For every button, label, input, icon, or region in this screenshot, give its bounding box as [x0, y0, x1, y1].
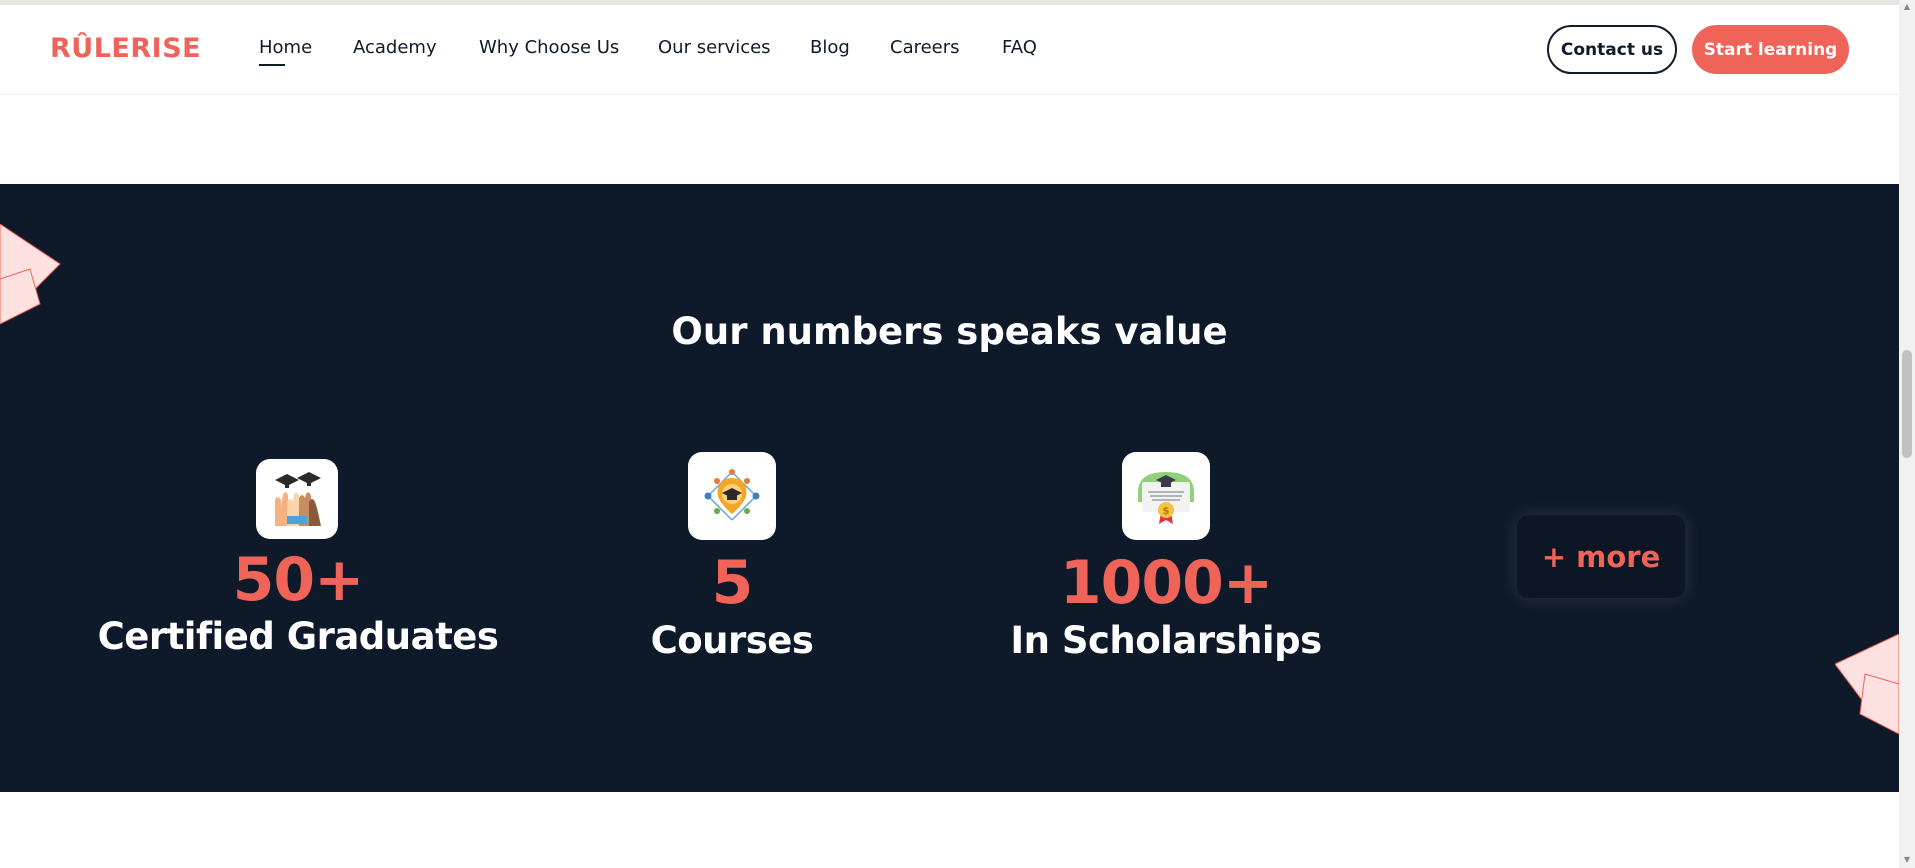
decorative-shape-right	[1835, 634, 1899, 735]
section-title: Our numbers speaks value	[671, 310, 1228, 353]
nav-home-label: Home	[259, 37, 313, 58]
page-scrollbar[interactable]: ▲ ▼	[1899, 0, 1915, 868]
active-underline	[259, 64, 285, 66]
stat-value: 1000+	[1059, 548, 1273, 618]
logo[interactable]: RÛLERISE	[50, 33, 201, 64]
stat-value: 5	[711, 548, 754, 618]
graduation-network-icon	[688, 452, 776, 540]
graduation-hands-icon	[256, 459, 338, 539]
svg-text:$: $	[1163, 506, 1170, 517]
scroll-thumb[interactable]	[1902, 350, 1912, 458]
stat-label: In Scholarships	[1010, 619, 1322, 662]
nav-faq[interactable]: FAQ	[1002, 37, 1037, 58]
stat-scholarships: $ 1000+ In Scholarships	[956, 452, 1376, 672]
site-header: RÛLERISE Home Academy Why Choose Us Our …	[0, 5, 1899, 95]
nav-why-choose-us[interactable]: Why Choose Us	[479, 37, 619, 58]
scroll-down-arrow-icon[interactable]: ▼	[1902, 855, 1912, 864]
nav-our-services[interactable]: Our services	[658, 37, 771, 58]
stats-section: Our numbers speaks value 50+ Certified G…	[0, 184, 1899, 792]
stat-courses: 5 Courses	[522, 452, 942, 672]
stat-graduates: 50+ Certified Graduates	[88, 455, 508, 675]
nav-academy[interactable]: Academy	[353, 37, 437, 58]
scroll-up-arrow-icon[interactable]: ▲	[1902, 2, 1912, 11]
nav-blog[interactable]: Blog	[810, 37, 850, 58]
stat-label: Certified Graduates	[97, 615, 499, 658]
stat-label: Courses	[650, 619, 814, 662]
nav-home[interactable]: Home	[259, 37, 313, 66]
contact-us-button[interactable]: Contact us	[1547, 25, 1677, 74]
start-learning-button[interactable]: Start learning	[1692, 25, 1849, 74]
scholarship-certificate-icon: $	[1122, 452, 1210, 540]
more-stats-button[interactable]: + more	[1517, 515, 1685, 598]
stat-value: 50+	[232, 545, 365, 615]
nav-careers[interactable]: Careers	[890, 37, 960, 58]
